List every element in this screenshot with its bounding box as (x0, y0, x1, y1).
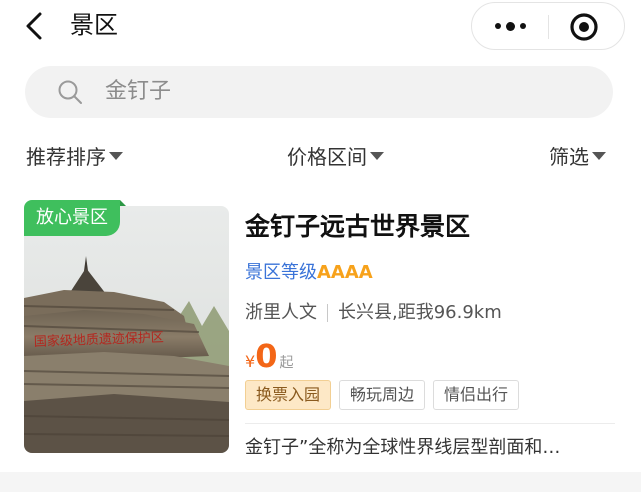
trusted-badge: 放心景区 (24, 200, 126, 236)
navigation-bar: 景区 (0, 0, 641, 56)
search-bar[interactable]: 金钉子 (25, 66, 613, 118)
price-currency: ¥ (245, 352, 256, 371)
filter-label: 筛选 (549, 144, 589, 169)
close-button[interactable] (568, 11, 600, 43)
mini-program-capsule (471, 2, 625, 50)
caret-down-icon (592, 152, 606, 160)
more-button[interactable] (472, 3, 548, 49)
spot-location: 长兴县,距我96.9km (338, 302, 502, 323)
price-value: 0 (255, 337, 278, 375)
price-range-dropdown[interactable]: 价格区间 (287, 140, 384, 170)
scenic-spot-photo[interactable]: 国家级地质遗迹保护区 (24, 206, 229, 453)
spot-description: 金钉子”全称为全球性界线层型剖面和… (245, 437, 561, 458)
tag-item: 畅玩周边 (339, 380, 426, 410)
spot-price: ¥ 0 起 (245, 336, 293, 376)
meta-divider (327, 304, 328, 322)
tag-list: 换票入园 畅玩周边 情侣出行 (245, 380, 520, 410)
more-dot-right (519, 23, 526, 29)
list-separator (0, 472, 641, 492)
card-divider (245, 423, 615, 424)
page-title: 景区 (70, 11, 118, 39)
search-icon (58, 80, 82, 104)
spot-name[interactable]: 金钉子远古世界景区 (245, 208, 470, 246)
filter-dropdown[interactable]: 筛选 (549, 140, 606, 170)
target-close-icon (570, 13, 598, 41)
spot-level: 景区等级AAAA (245, 258, 373, 288)
price-suffix: 起 (279, 355, 294, 371)
sort-dropdown[interactable]: 推荐排序 (26, 140, 123, 170)
spot-meta: 浙里人文 长兴县,距我96.9km (245, 298, 502, 328)
sort-label: 推荐排序 (26, 144, 106, 169)
more-dot-center (505, 21, 515, 31)
rock-formation-image: 国家级地质遗迹保护区 (24, 206, 229, 453)
level-value: AAAA (317, 262, 373, 283)
spot-category: 浙里人文 (245, 302, 317, 323)
level-label: 景区等级 (245, 262, 317, 283)
back-button[interactable] (18, 8, 54, 44)
capsule-divider (548, 15, 549, 39)
tag-item: 换票入园 (245, 380, 332, 410)
more-dots-icon (494, 23, 501, 29)
search-input[interactable]: 金钉子 (105, 76, 171, 108)
chevron-left-icon (26, 12, 42, 40)
caret-down-icon (370, 152, 384, 160)
caret-down-icon (109, 152, 123, 160)
tag-item: 情侣出行 (433, 380, 520, 410)
price-range-label: 价格区间 (287, 144, 367, 169)
